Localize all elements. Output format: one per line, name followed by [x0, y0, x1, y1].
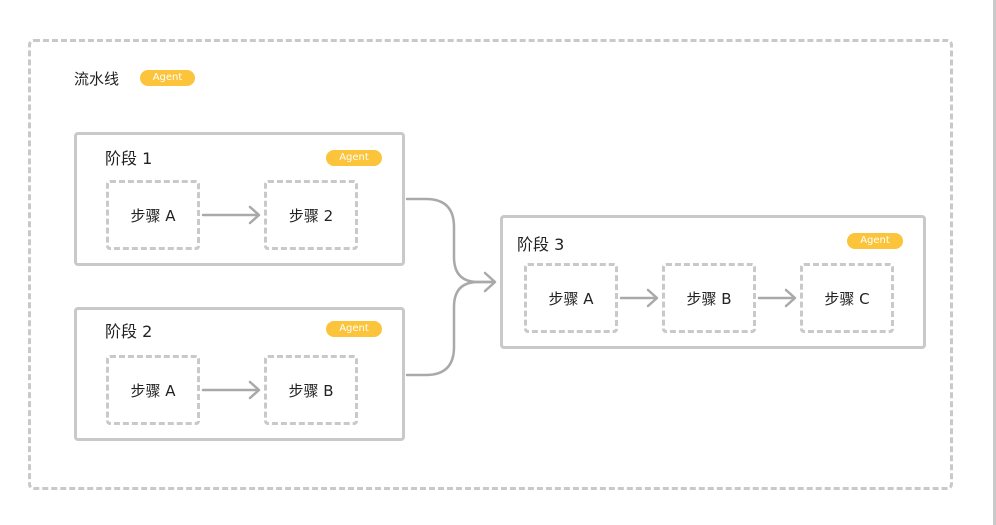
connector-stage2-to-stage3: [405, 280, 496, 377]
connectors: [201, 197, 797, 400]
connector-stage1-to-stage3: [405, 197, 496, 284]
